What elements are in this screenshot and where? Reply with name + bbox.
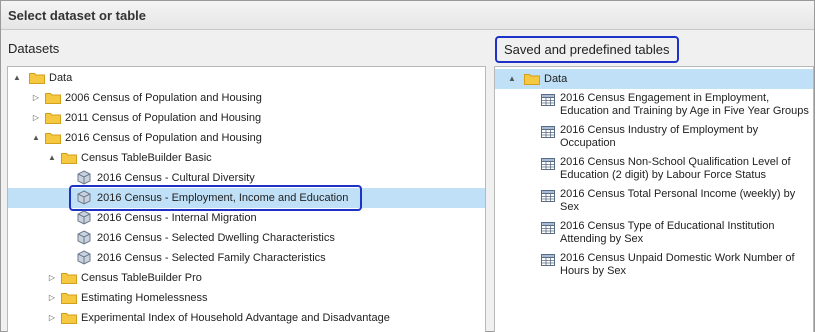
select-dataset-dialog: Select dataset or table Datasets Saved a… — [0, 0, 815, 332]
table-icon — [541, 254, 555, 266]
collapse-arrow-icon[interactable]: ▲ — [507, 69, 517, 89]
tree-node-2006-census[interactable]: ▷ 2006 Census of Population and Housing — [8, 88, 485, 108]
tree-node-label: 2011 Census of Population and Housing — [65, 112, 262, 124]
expand-arrow-icon[interactable]: ▷ — [47, 288, 57, 308]
saved-table-label: 2016 Census Non-School Qualification Lev… — [560, 156, 791, 181]
tree-node-label: Data — [544, 73, 568, 85]
collapse-arrow-icon[interactable]: ▲ — [31, 128, 41, 148]
dataset-cube-icon — [77, 210, 91, 225]
title-bar: Select dataset or table — [1, 1, 814, 30]
tree-node-label: Census TableBuilder Basic — [81, 152, 212, 164]
expand-arrow-icon[interactable]: ▷ — [47, 268, 57, 288]
saved-table-label: 2016 Census Unpaid Domestic Work Number … — [560, 252, 795, 277]
tree-node-tablebuilder-pro[interactable]: ▷ Census TableBuilder Pro — [8, 268, 485, 288]
saved-table-item[interactable]: 2016 Census Non-School Qualification Lev… — [495, 155, 813, 183]
folder-icon — [61, 273, 77, 284]
tree-node-label: 2016 Census - Internal Migration — [97, 212, 257, 224]
saved-tables-tree[interactable]: ▲ Data 2016 Census Engagement in Employm… — [494, 66, 814, 332]
tree-node-estimating-homelessness[interactable]: ▷ Estimating Homelessness — [8, 288, 485, 308]
folder-icon — [29, 73, 45, 84]
folder-icon — [45, 113, 61, 124]
dataset-cube-icon — [77, 170, 91, 185]
tree-node-experimental-index[interactable]: ▷ Experimental Index of Household Advant… — [8, 308, 485, 328]
tree-node-label: 2006 Census of Population and Housing — [65, 92, 262, 104]
tree-node-label: 2016 Census - Selected Family Characteri… — [97, 252, 326, 264]
tree-node-label: Experimental Index of Household Advantag… — [81, 312, 390, 324]
tree-node-label: 2016 Census of Population and Housing — [65, 132, 262, 144]
tree-node-label: Data — [49, 72, 73, 84]
table-icon — [541, 190, 555, 202]
folder-icon — [45, 133, 61, 144]
tree-node-label: Census TableBuilder Pro — [81, 272, 202, 284]
tree-node-family-characteristics[interactable]: 2016 Census - Selected Family Characteri… — [8, 248, 485, 268]
saved-table-item[interactable]: 2016 Census Engagement in Employment, Ed… — [495, 91, 813, 119]
table-icon — [541, 94, 555, 106]
saved-table-item[interactable]: 2016 Census Unpaid Domestic Work Number … — [495, 251, 813, 279]
folder-icon — [524, 74, 540, 85]
collapse-arrow-icon[interactable]: ▲ — [12, 68, 22, 88]
saved-table-label: 2016 Census Industry of Employment by Oc… — [560, 124, 759, 149]
saved-tables-header: Saved and predefined tables — [495, 36, 679, 63]
tree-node-dwelling-characteristics[interactable]: 2016 Census - Selected Dwelling Characte… — [8, 228, 485, 248]
dataset-cube-icon — [77, 250, 91, 265]
tree-node-2016-census[interactable]: ▲ 2016 Census of Population and Housing — [8, 128, 485, 148]
tree-node-data[interactable]: ▲ Data — [8, 68, 485, 88]
expand-arrow-icon[interactable]: ▷ — [31, 88, 41, 108]
dialog-title: Select dataset or table — [8, 8, 146, 23]
saved-table-label: 2016 Census Type of Educational Institut… — [560, 220, 775, 245]
expand-arrow-icon[interactable]: ▷ — [47, 308, 57, 328]
saved-table-label: 2016 Census Engagement in Employment, Ed… — [560, 92, 809, 117]
table-icon — [541, 158, 555, 170]
saved-tree-node-data[interactable]: ▲ Data — [495, 69, 813, 89]
saved-table-item[interactable]: 2016 Census Industry of Employment by Oc… — [495, 123, 813, 151]
dataset-cube-icon — [77, 230, 91, 245]
expand-arrow-icon[interactable]: ▷ — [31, 108, 41, 128]
saved-table-item[interactable]: 2016 Census Type of Educational Institut… — [495, 219, 813, 247]
folder-icon — [45, 93, 61, 104]
folder-icon — [61, 293, 77, 304]
tree-node-tablebuilder-basic[interactable]: ▲ Census TableBuilder Basic — [8, 148, 485, 168]
folder-icon — [61, 313, 77, 324]
table-icon — [541, 126, 555, 138]
tree-node-label: Estimating Homelessness — [81, 292, 208, 304]
folder-icon — [61, 153, 77, 164]
table-icon — [541, 222, 555, 234]
saved-table-item[interactable]: 2016 Census Total Personal Income (weekl… — [495, 187, 813, 215]
tree-node-2011-census[interactable]: ▷ 2011 Census of Population and Housing — [8, 108, 485, 128]
saved-table-label: 2016 Census Total Personal Income (weekl… — [560, 188, 796, 213]
datasets-header: Datasets — [8, 41, 60, 56]
collapse-arrow-icon[interactable]: ▲ — [47, 148, 57, 168]
datasets-tree[interactable]: ▲ Data ▷ 2006 Census of Population and H… — [7, 66, 486, 332]
tree-node-internal-migration[interactable]: 2016 Census - Internal Migration — [8, 208, 485, 228]
tree-node-label: 2016 Census - Selected Dwelling Characte… — [97, 232, 335, 244]
